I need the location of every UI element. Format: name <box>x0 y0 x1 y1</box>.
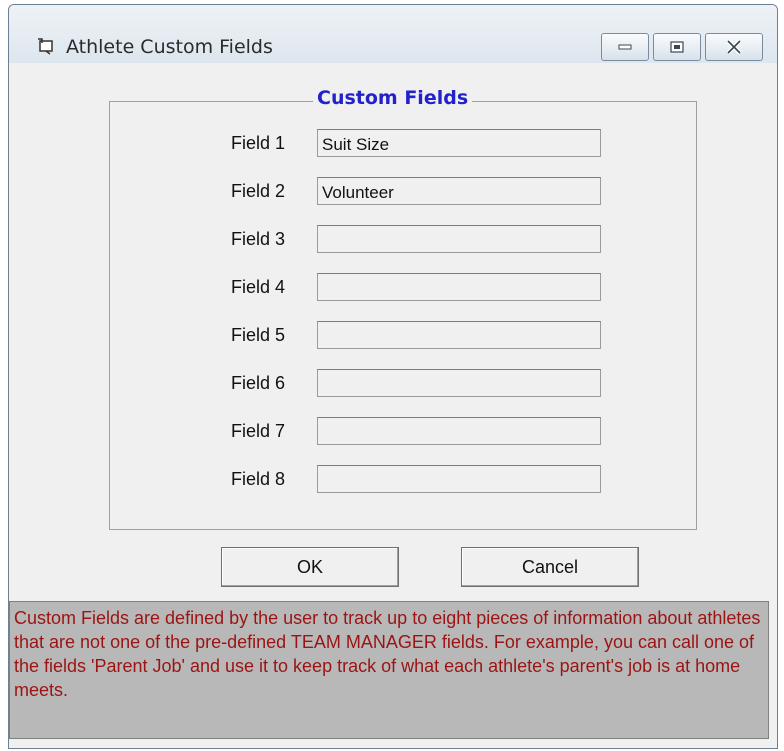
field-7-label: Field 7 <box>231 421 286 441</box>
field-3-label: Field 3 <box>231 229 286 249</box>
help-info-panel: Custom Fields are defined by the user to… <box>9 601 769 739</box>
field-4-label: Field 4 <box>231 277 286 297</box>
maximize-icon <box>670 41 684 53</box>
window-title: Athlete Custom Fields <box>66 36 273 58</box>
help-info-text: Custom Fields are defined by the user to… <box>14 608 761 700</box>
field-1-label: Field 1 <box>231 133 286 153</box>
field-4-input[interactable] <box>317 273 601 301</box>
field-1-input[interactable] <box>317 129 601 157</box>
groupbox-title: Custom Fields <box>313 87 473 109</box>
field-8-label: Field 8 <box>231 469 286 489</box>
cancel-button[interactable]: Cancel <box>461 547 639 587</box>
field-7-input[interactable] <box>317 417 601 445</box>
window-app-icon <box>37 37 55 55</box>
field-6-input[interactable] <box>317 369 601 397</box>
maximize-button[interactable] <box>653 33 701 61</box>
field-5-label: Field 5 <box>231 325 286 345</box>
close-icon <box>726 40 742 54</box>
field-2-input[interactable] <box>317 177 601 205</box>
title-bar[interactable]: Athlete Custom Fields <box>9 5 777 63</box>
ok-button[interactable]: OK <box>221 547 399 587</box>
dialog-body: Custom Fields Field 1 Field 2 Field 3 Fi… <box>9 63 777 748</box>
dialog-window: Athlete Custom Fields Custom Fields Fiel… <box>8 4 778 749</box>
close-button[interactable] <box>705 33 763 61</box>
field-8-input[interactable] <box>317 465 601 493</box>
minimize-icon <box>618 44 632 50</box>
field-2-label: Field 2 <box>231 181 286 201</box>
field-3-input[interactable] <box>317 225 601 253</box>
field-5-input[interactable] <box>317 321 601 349</box>
minimize-button[interactable] <box>601 33 649 61</box>
field-6-label: Field 6 <box>231 373 286 393</box>
